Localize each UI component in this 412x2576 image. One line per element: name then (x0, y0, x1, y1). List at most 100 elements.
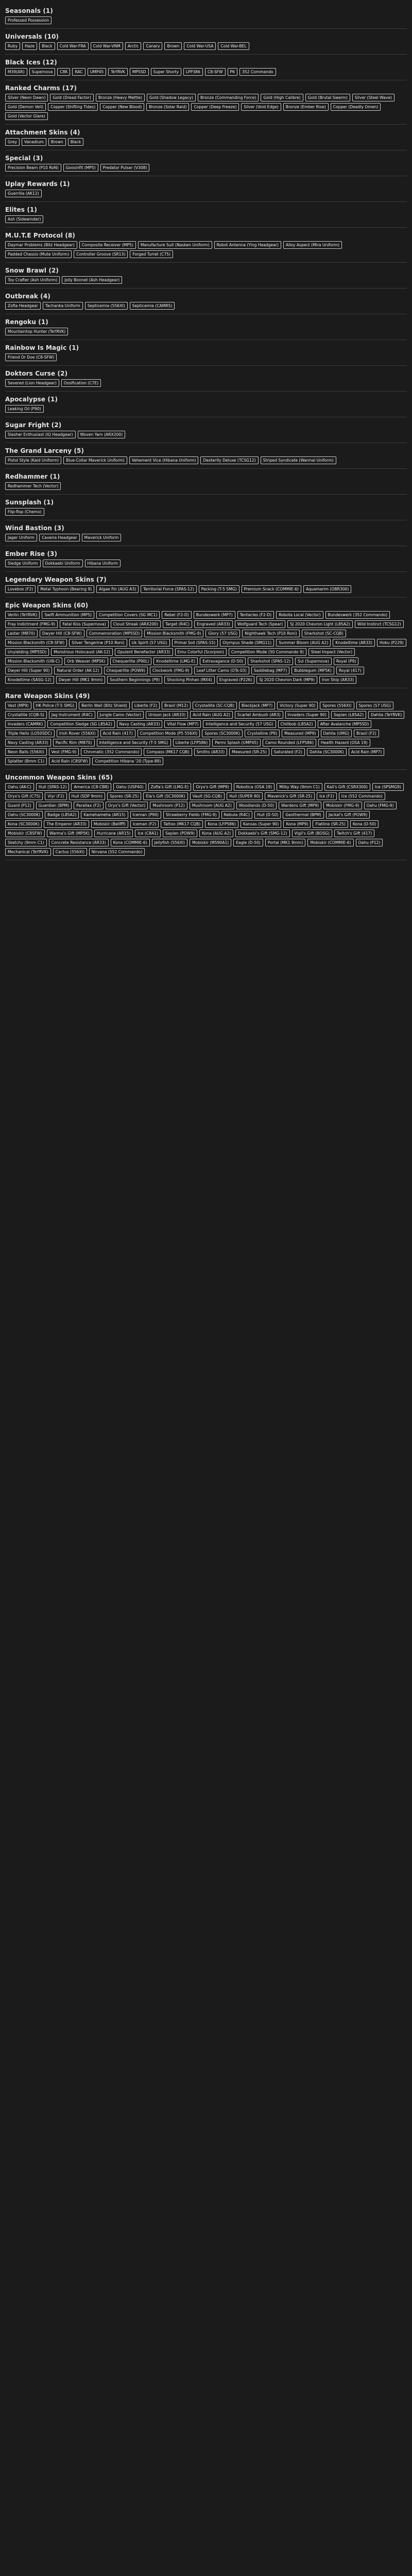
item-chip[interactable]: Hull (SUPER 90) (227, 792, 263, 800)
item-chip[interactable]: Dahlia (TeYRVK) (368, 711, 405, 719)
item-chip[interactable]: P6 (227, 68, 237, 76)
item-chip[interactable]: Flip-flop (Chemo) (5, 508, 44, 516)
item-chip[interactable]: Oahu (FMG-9) (364, 802, 397, 809)
item-chip[interactable]: Competition Covers (SG MC1) (96, 611, 160, 619)
item-chip[interactable]: Flatline (SR-25) (313, 820, 348, 828)
item-chip[interactable]: Health Hazard (OSA 19) (318, 739, 370, 747)
item-chip[interactable]: 352 Commando (239, 68, 276, 76)
item-chip[interactable]: Dokkaebi Uniform (42, 560, 83, 567)
item-chip[interactable]: Haze (22, 42, 38, 50)
item-chip[interactable]: Kali's Gift (CSRX300) (324, 783, 370, 791)
item-chip[interactable]: Toy Crafter (Ash Uniform) (5, 276, 60, 284)
item-chip[interactable]: Super Shorty (150, 68, 182, 76)
item-chip[interactable]: Natural Order (AK-12) (54, 667, 102, 674)
item-chip[interactable]: Copper (New Blood) (100, 103, 145, 111)
item-chip[interactable]: Knodeltime (AR33) (333, 639, 375, 647)
item-chip[interactable]: Bubblegum (MP5K) (291, 667, 334, 674)
item-chip[interactable]: Lovebox (F2) (5, 585, 36, 593)
item-chip[interactable]: Crystallite (CQB-S) (5, 711, 47, 719)
item-chip[interactable]: Zofia Headgear (5, 302, 41, 310)
item-chip[interactable]: Robotica (OSA 19) (233, 783, 275, 791)
item-chip[interactable]: Cactus (556XI) (53, 848, 87, 856)
item-chip[interactable]: Hull (SDP 9mm) (68, 792, 106, 800)
item-chip[interactable]: Leaking Oil (P90) (5, 405, 44, 413)
item-chip[interactable]: Territorial Force (SPAS-12) (141, 585, 197, 593)
item-chip[interactable]: Slasher Enthusiast (IQ Headgear) (5, 431, 76, 438)
item-chip[interactable]: Bronze (Commanding Force) (197, 94, 259, 101)
item-chip[interactable]: Berlin Wall (Bitz Shield) (79, 702, 130, 709)
item-chip[interactable]: Brasil (M12) (162, 702, 191, 709)
item-chip[interactable]: Copper (Shifting Tides) (48, 103, 98, 111)
item-chip[interactable]: Cold War-VNM (90, 42, 123, 50)
item-chip[interactable]: Acid Rain (C8SFW) (49, 757, 91, 765)
item-chip[interactable]: Vigil's Gift (BOSG) (291, 829, 332, 837)
item-chip[interactable]: Cold War-BEL (218, 42, 249, 50)
item-chip[interactable]: Invaders (CAMRK) (5, 720, 46, 728)
item-chip[interactable]: Ice (SPSMG9) (372, 783, 404, 791)
item-chip[interactable]: Jolly Bonnet (Ash Headgear) (62, 276, 123, 284)
item-chip[interactable]: Gold (Demon Veil) (5, 103, 46, 111)
item-chip[interactable]: Oryx's Gift (Vector) (105, 802, 148, 809)
item-chip[interactable]: Ice (552 Commando) (338, 792, 385, 800)
item-chip[interactable]: Kona (AUG A2) (199, 829, 234, 837)
item-chip[interactable]: Mission Blacksmith (C8-SFW) (5, 639, 67, 647)
item-chip[interactable]: Summer Bloom (AUG A2) (276, 639, 331, 647)
item-chip[interactable]: Robota Local (Vector) (276, 611, 323, 619)
item-chip[interactable]: Caveira Headgear (39, 534, 80, 541)
item-chip[interactable]: Silver (Steel Wave) (352, 94, 394, 101)
item-chip[interactable]: Premium Snack (COMMIE-6) (241, 585, 302, 593)
item-chip[interactable]: America (C8-CB8) (71, 783, 112, 791)
item-chip[interactable]: Neon Balls (556XI) (5, 748, 47, 756)
item-chip[interactable]: Kansas (Super 90) (240, 820, 282, 828)
item-chip[interactable]: Blue-Collar Maverick Uniform) (63, 456, 127, 464)
item-chip[interactable]: Mushroom (AUG A2) (189, 802, 234, 809)
item-chip[interactable]: Victory (Super 90) (277, 702, 318, 709)
item-chip[interactable]: Mobiskir (Bellfff) (91, 820, 128, 828)
item-chip[interactable]: Cold War-FRA (57, 42, 89, 50)
item-chip[interactable]: Primal Soil (SPAS-15) (171, 639, 218, 647)
item-chip[interactable]: Spores (556XI) (320, 702, 354, 709)
item-chip[interactable]: Ossification (C7E) (61, 379, 101, 387)
item-chip[interactable]: Canary (143, 42, 163, 50)
item-chip[interactable]: Hurricane (AR15) (94, 829, 133, 837)
item-chip[interactable]: Supernova (29, 68, 56, 76)
item-chip[interactable]: Mobiskir (C8SFW) (5, 829, 45, 837)
item-chip[interactable]: Strawberry Fields (FMG-9) (163, 811, 219, 819)
item-chip[interactable]: Black (39, 42, 55, 50)
item-chip[interactable]: Wild Instinct (TCSG12) (354, 620, 404, 628)
item-chip[interactable]: Brown (164, 42, 182, 50)
item-chip[interactable]: Sledge Uniform (5, 560, 41, 567)
item-chip[interactable]: Black (67, 138, 84, 146)
item-chip[interactable]: Copper (Deadly Omen) (330, 103, 381, 111)
item-chip[interactable]: Bronze (Heavy Mettle) (95, 94, 145, 101)
item-chip[interactable]: Tattoo (MK17 CQB) (161, 820, 203, 828)
item-chip[interactable]: Portal (MK1 9mm) (265, 839, 306, 846)
item-chip[interactable]: Manufacture Suit (Nasken Uniform) (138, 241, 212, 249)
item-chip[interactable]: MP5SD (129, 68, 149, 76)
item-chip[interactable]: Saturated (F2) (271, 748, 305, 756)
item-chip[interactable]: Vest (FMG-9) (48, 748, 79, 756)
item-chip[interactable]: Acid Rain (AUG A2) (190, 711, 233, 719)
item-chip[interactable]: Silver Tangerine (P10 Roni) (69, 639, 127, 647)
item-chip[interactable]: Shocking Pinhan (MX4) (164, 676, 215, 684)
item-chip[interactable]: C8K (57, 68, 71, 76)
item-chip[interactable]: Uk Spirit (57 USG) (129, 639, 170, 647)
item-chip[interactable]: Pecking (T-5 SMG) (198, 585, 239, 593)
item-chip[interactable]: Ice (F2) (317, 792, 337, 800)
item-chip[interactable]: Monstrous Holocaust (AK-12) (51, 648, 113, 656)
item-chip[interactable]: Oahu (USP40) (113, 783, 146, 791)
item-chip[interactable]: Vehement Vice (Hibana Uniform) (129, 456, 199, 464)
item-chip[interactable]: Viyr (F2) (45, 792, 67, 800)
item-chip[interactable]: Mobiskir (M590A1) (190, 839, 232, 846)
item-chip[interactable]: Intelligence and Security (T-5 SMG) (96, 739, 171, 747)
item-chip[interactable]: Parallax (F2) (74, 802, 104, 809)
item-chip[interactable]: RAC (72, 68, 85, 76)
item-chip[interactable]: Acid Rain (MP7) (348, 748, 385, 756)
item-chip[interactable]: Kona (MP9) (283, 820, 311, 828)
item-chip[interactable]: Aquamarim (OBR300) (303, 585, 352, 593)
item-chip[interactable]: Tachanka Uniform (42, 302, 83, 310)
item-chip[interactable]: Swift Ammunition (MP5) (42, 611, 95, 619)
item-chip[interactable]: Kona (SC3000K) (5, 820, 42, 828)
item-chip[interactable]: Vault (SG-CQB) (190, 792, 225, 800)
item-chip[interactable]: Mushroom (P12) (150, 802, 187, 809)
